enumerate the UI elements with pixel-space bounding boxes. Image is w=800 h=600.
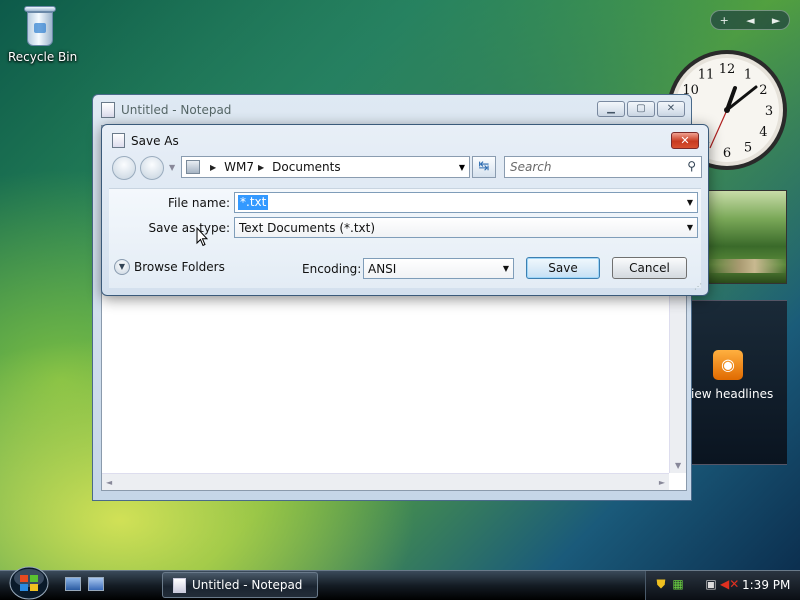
expand-chevron-icon[interactable]: ▼ <box>114 259 130 275</box>
breadcrumb-arrow-icon[interactable]: ▶ <box>210 163 216 172</box>
taskbar-clock[interactable]: 1:39 PM <box>742 578 790 592</box>
rss-icon: ◉ <box>713 350 743 380</box>
network-icon[interactable]: ▣ <box>704 577 718 591</box>
clock-numeral: 5 <box>744 140 752 155</box>
save-as-type-value: Text Documents (*.txt) <box>239 221 376 235</box>
search-input[interactable] <box>505 157 675 177</box>
address-dropdown-icon[interactable]: ▼ <box>459 163 465 172</box>
switch-windows-icon[interactable] <box>88 577 104 591</box>
address-bar[interactable]: ▶ WM7 ▶ Documents ▼ <box>181 156 470 178</box>
notepad-title: Untitled - Notepad <box>121 103 232 117</box>
encoding-label: Encoding: <box>302 262 362 276</box>
save-as-icon <box>112 133 125 148</box>
clock-numeral: 12 <box>719 62 736 77</box>
browse-folders-label[interactable]: Browse Folders <box>134 260 225 274</box>
save-as-dialog: Save As ✕ ▼ ▶ WM7 ▶ Documents ▼ ↹ ⚲ File… <box>101 124 709 296</box>
clock-numeral: 11 <box>698 68 715 83</box>
file-name-dropdown-icon[interactable]: ▼ <box>687 198 693 207</box>
file-name-label: File name: <box>168 196 230 210</box>
recycle-bin-shortcut[interactable]: Recycle Bin <box>8 4 78 64</box>
windows-update-icon[interactable]: ▦ <box>671 577 685 591</box>
clock-numeral: 4 <box>759 125 767 140</box>
cancel-button[interactable]: Cancel <box>612 257 687 279</box>
close-button[interactable]: ✕ <box>657 101 685 117</box>
back-button[interactable] <box>112 156 136 180</box>
breadcrumb-arrow-icon[interactable]: ▶ <box>258 163 264 172</box>
dialog-close-button[interactable]: ✕ <box>671 132 699 149</box>
save-button[interactable]: Save <box>526 257 600 279</box>
dialog-title: Save As <box>131 134 179 148</box>
recycle-bin-label: Recycle Bin <box>8 50 78 64</box>
folder-icon <box>186 160 200 174</box>
taskbar-notepad-button[interactable]: Untitled - Notepad <box>162 572 318 598</box>
resize-grip-icon[interactable]: ⋰ <box>694 282 702 291</box>
prev-gadget-button[interactable]: ◄ <box>746 14 754 27</box>
file-name-field[interactable]: *.txt ▼ <box>234 192 698 213</box>
scroll-down-icon[interactable]: ▼ <box>675 461 681 470</box>
start-button[interactable] <box>6 566 52 600</box>
feed-headlines-text[interactable]: iew headlines <box>691 387 773 401</box>
notepad-task-icon <box>173 577 186 593</box>
notepad-icon <box>101 102 115 118</box>
recycle-bin-icon <box>23 4 57 48</box>
clock-numeral: 3 <box>765 104 773 119</box>
encoding-select[interactable]: ANSI ▼ <box>363 258 514 279</box>
search-icon[interactable]: ⚲ <box>687 159 696 173</box>
file-name-value[interactable]: *.txt <box>238 195 269 210</box>
volume-muted-icon[interactable]: ◀✕ <box>720 577 739 591</box>
encoding-value: ANSI <box>368 262 397 276</box>
recent-pages-chevron-icon[interactable]: ▼ <box>169 163 175 172</box>
slideshow-gadget[interactable] <box>707 190 787 284</box>
breadcrumb-wm7[interactable]: WM7 <box>224 160 254 174</box>
breadcrumb-documents[interactable]: Documents <box>272 160 340 174</box>
horizontal-scrollbar[interactable]: ◄ ► <box>102 473 669 490</box>
sidebar-controls: + ◄ ► <box>710 10 790 30</box>
next-gadget-button[interactable]: ► <box>772 14 780 27</box>
system-tray: ⛊ ▦ ▣ ◀✕ 1:39 PM <box>645 571 800 600</box>
scroll-right-icon[interactable]: ► <box>659 478 665 487</box>
add-gadget-button[interactable]: + <box>720 14 729 27</box>
maximize-button[interactable]: ▢ <box>627 101 655 117</box>
feed-headlines-gadget[interactable]: ◉ iew headlines <box>690 300 787 465</box>
search-box[interactable]: ⚲ <box>504 156 702 178</box>
minimize-button[interactable]: ▁ <box>597 101 625 117</box>
clock-numeral: 2 <box>759 83 767 98</box>
taskbar-notepad-label: Untitled - Notepad <box>192 578 303 592</box>
save-as-type-label: Save as type: <box>148 221 230 235</box>
show-desktop-icon[interactable] <box>65 577 81 591</box>
mouse-cursor-icon <box>196 227 208 247</box>
save-as-type-select[interactable]: Text Documents (*.txt) ▼ <box>234 217 698 238</box>
forward-button[interactable] <box>140 156 164 180</box>
clock-numeral: 1 <box>744 68 752 83</box>
refresh-button[interactable]: ↹ <box>472 156 496 178</box>
save-as-type-dropdown-icon[interactable]: ▼ <box>687 223 693 232</box>
clock-numeral: 6 <box>723 146 731 161</box>
security-shield-icon[interactable]: ⛊ <box>654 577 668 591</box>
encoding-dropdown-icon[interactable]: ▼ <box>503 264 509 273</box>
browse-folders-toggle[interactable]: ▼ Browse Folders <box>114 259 225 275</box>
scroll-left-icon[interactable]: ◄ <box>106 478 112 487</box>
